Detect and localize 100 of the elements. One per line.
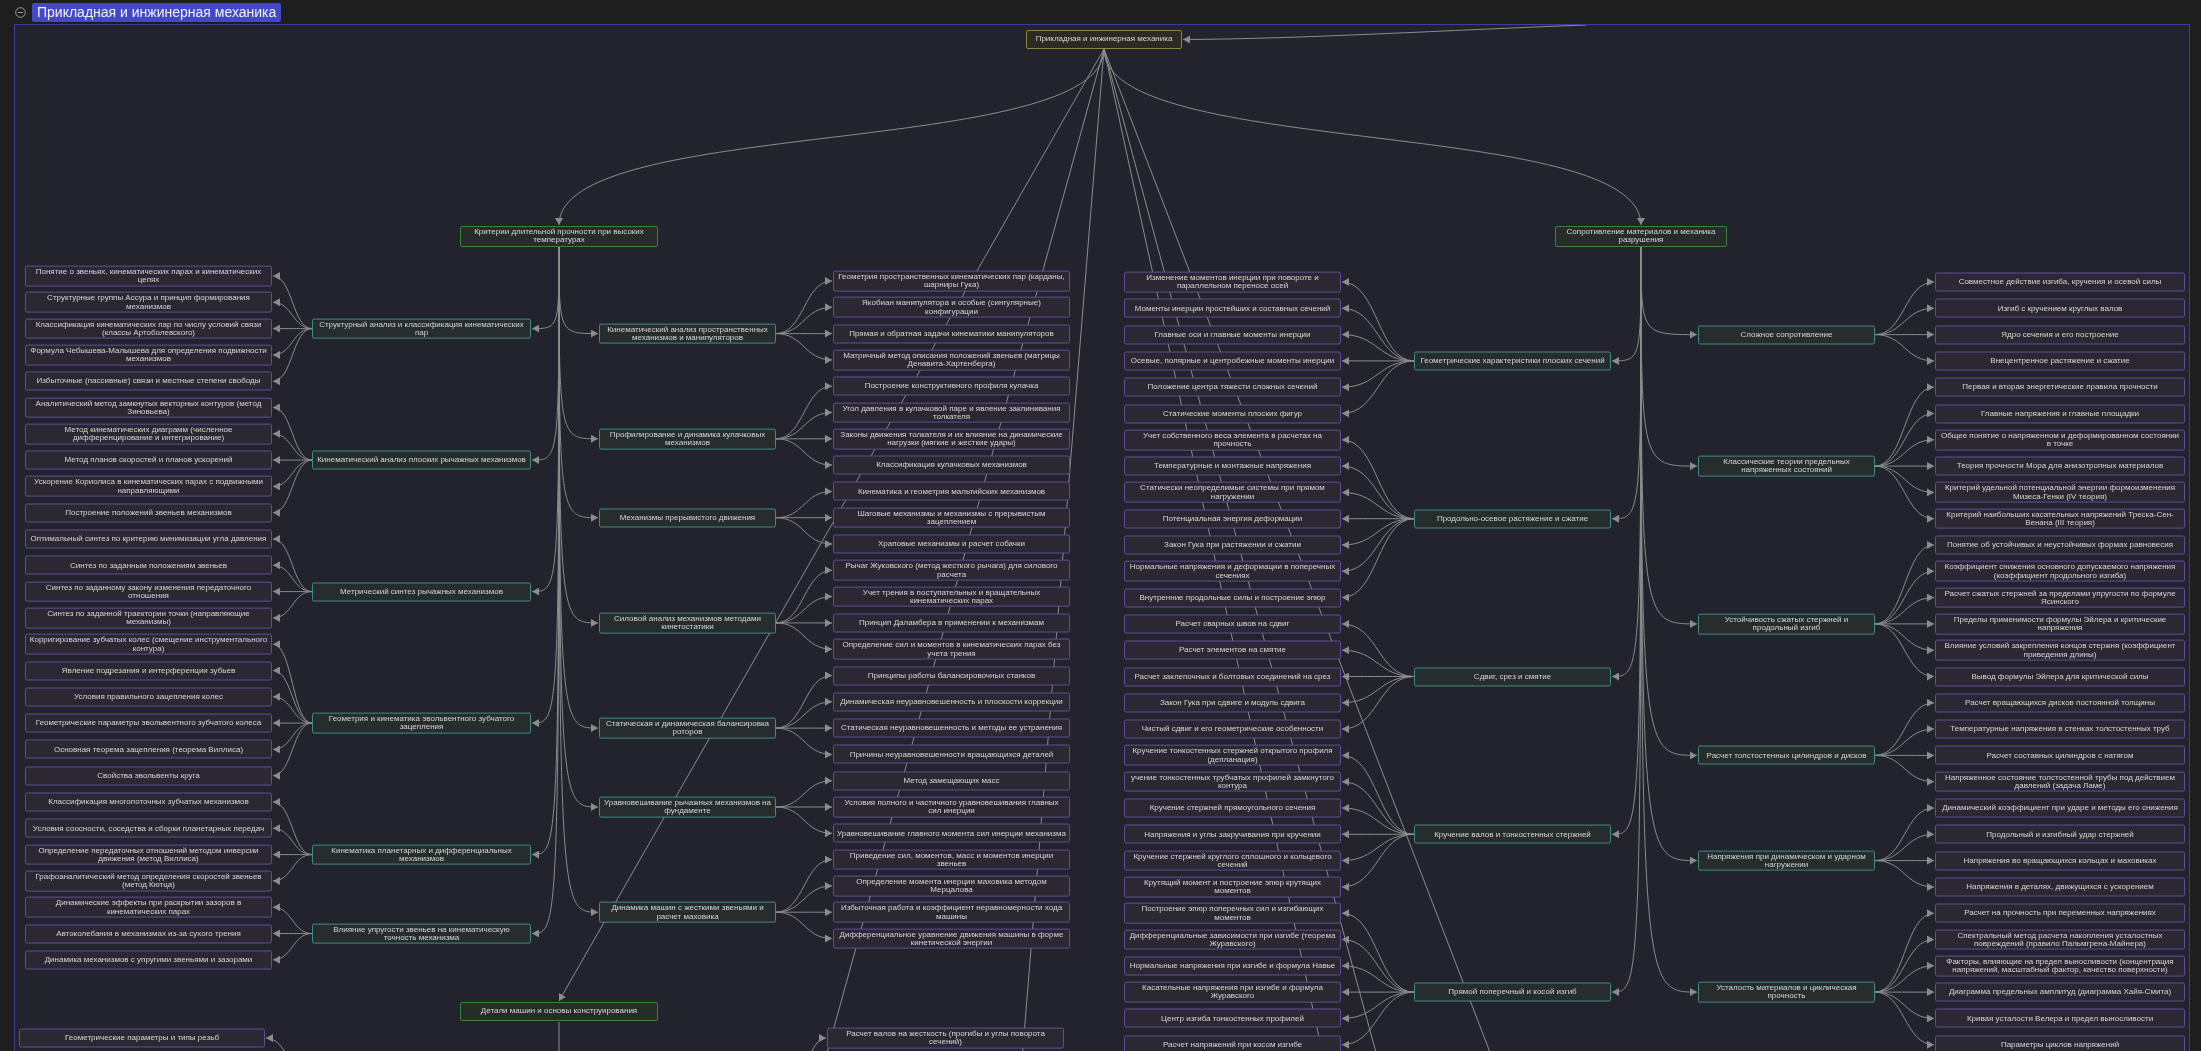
leaf-node: Изгиб с кручением круглых валов — [1935, 298, 2185, 318]
leaf-node: Статическая неуравновешенность и методы ее устранения — [833, 718, 1070, 738]
leaf-node: Внецентренное растяжение и сжатие — [1935, 351, 2185, 371]
subtopic-node: Продольно-осевое растяжение и сжатие — [1414, 509, 1611, 529]
leaf-node: Построение конструктивного профиля кулачка — [833, 376, 1070, 396]
subtopic-node: Геометрия и кинематика эвольвентного зубчатого зацепления — [312, 712, 531, 734]
leaf-node: Классификация кулачковых механизмов — [833, 455, 1070, 475]
leaf-node: Храповые механизмы и расчет собачки — [833, 534, 1070, 554]
leaf-node: Автоколебания в механизмах из-за сухого трения — [25, 924, 272, 943]
subtopic-node: Динамика машин с жесткими звеньями и расчет маховика — [599, 901, 776, 923]
leaf-node: Главные оси и главные моменты инерции — [1124, 325, 1341, 345]
leaf-node: Напряженное состояние толстостенной трубы под действием давлений (задача Ламе) — [1935, 771, 2185, 793]
leaf-node: Оптимальный синтез по критерию минимизации угла давления — [25, 529, 272, 549]
leaf-node: Пределы применимости формулы Эйлера и критические напряжения — [1935, 613, 2185, 635]
leaf-node: Кручение стержней круглого сплошного и кольцевого сечений — [1124, 850, 1341, 871]
leaf-node: Аналитический метод замкнутых векторных контуров (метод Зиновьева) — [25, 397, 272, 418]
leaf-node: Принципы работы балансировочных станков — [833, 666, 1070, 685]
leaf-node: Температурные напряжения в стенках толстостенных труб — [1935, 719, 2185, 739]
leaf-node: Причины неуравновешенности вращающихся деталей — [833, 744, 1070, 764]
leaf-node: Расчет сварных швов на сдвиг — [1124, 614, 1341, 634]
map-title: Прикладная и инжинерная механика — [32, 2, 282, 22]
subtopic-node: Устойчивость сжатых стержней и продольный изгиб — [1698, 613, 1875, 635]
leaf-node: Геометрические параметры и типы резьб — [19, 1028, 265, 1048]
leaf-node: Геометрия пространственных кинематических пар (карданы, шарниры Гука) — [833, 270, 1070, 292]
leaf-node: Закон Гука при сдвиге и модуль сдвига — [1124, 693, 1341, 713]
leaf-node: Параметры циклов напряжений — [1935, 1035, 2185, 1051]
leaf-node: Расчет составных цилиндров с натягом — [1935, 745, 2185, 765]
leaf-node: Расчет вращающихся дисков постоянной толщины — [1935, 693, 2185, 713]
leaf-node: Спектральный метод расчета накопления усталостных повреждений (правило Пальмгрена-Майнера) — [1935, 929, 2185, 950]
leaf-node: Динамика механизмов с упругими звеньями и зазорами — [25, 950, 272, 970]
leaf-node: Напряжения в деталях, движущихся с ускорением — [1935, 877, 2185, 897]
collapse-icon[interactable] — [15, 6, 26, 18]
leaf-node: Условия правильного зацепления колес — [25, 687, 272, 707]
leaf-node: Изменение моментов инерции при повороте и параллельном переносе осей — [1124, 271, 1341, 293]
leaf-node: Избыточные (пассивные) связи и местные степени свободы — [25, 371, 272, 391]
leaf-node: Динамическая неуравновешенность и плоскости коррекции — [833, 692, 1070, 712]
leaf-node: Якобиан манипулятора и особые (сингулярные) конфигурации — [833, 296, 1070, 318]
leaf-node: Продольный и изгибный удар стержней — [1935, 824, 2185, 844]
leaf-node: Приведение сил, моментов, масс и моментов инерции звеньев — [833, 849, 1070, 870]
subtopic-node: Кручение валов и тонкостенных стержней — [1414, 824, 1611, 844]
leaf-node: Диаграмма предельных амплитуд (диаграмма Хайя-Смита) — [1935, 982, 2185, 1002]
leaf-node: Прямая и обратная задачи кинематики манипуляторов — [833, 324, 1070, 344]
leaf-node: Классификация кинематических пар по числу условий связи (классы Артоболевского) — [25, 318, 272, 339]
leaf-node: Угол давления в кулачковой паре и явление заклинивания толкателя — [833, 402, 1070, 423]
branch-node: Сопротивление материалов и механика разрушения — [1555, 226, 1727, 247]
leaf-node: Расчет валов на жесткость (прогибы и углы поворота сечений) — [827, 1027, 1064, 1049]
leaf-node: Статические моменты плоских фигур — [1124, 404, 1341, 423]
subtopic-node: Кинематический анализ плоских рычажных механизмов — [312, 450, 531, 470]
connector-line — [558, 1021, 560, 1051]
leaf-node: Нормальные напряжения и деформации в поперечных сечениях — [1124, 560, 1341, 582]
leaf-node: Формула Чебышева-Малышева для определения подвижности механизмов — [25, 344, 272, 366]
branch-node: Детали машин и основы конструирования — [460, 1002, 658, 1021]
leaf-node: Условия полного и частичного уравновешивания главных сил инерции — [833, 796, 1070, 818]
subtopic-node: Напряжения при динамическом и ударном нагружении — [1698, 850, 1875, 871]
leaf-node: Кручение стержней прямоугольного сечения — [1124, 798, 1341, 818]
subtopic-node: Уравновешивание рычажных механизмов на фундаменте — [599, 796, 776, 818]
leaf-node: Расчет сжатых стержней за пределами упругости по формуле Ясинского — [1935, 587, 2185, 608]
leaf-node: Определение момента инерции маховика методом Мерцалова — [833, 875, 1070, 897]
leaf-node: Общее понятие о напряженном и деформированном состоянии в точке — [1935, 429, 2185, 451]
leaf-node: Динамические эффекты при раскрытии зазоров в кинематических парах — [25, 896, 272, 918]
leaf-node: Метод кинематических диаграмм (численное дифференцирование и интегрирование) — [25, 423, 272, 445]
leaf-node: Классификация многопоточных зубчатых механизмов — [25, 792, 272, 812]
leaf-node: Законы движения толкателя и их влияние на динамические нагрузки (мягкие и жесткие удары) — [833, 428, 1070, 450]
leaf-node: Расчет на прочность при переменных напряжениях — [1935, 903, 2185, 923]
leaf-node: Динамический коэффициент при ударе и методы его снижения — [1935, 798, 2185, 818]
leaf-node: Кручение тонкостенных стержней открытого профиля (депланация) — [1124, 745, 1341, 766]
leaf-node: Геометрические параметры эвольвентного зубчатого колеса — [25, 713, 272, 733]
subtopic-node: Влияние упругости звеньев на кинематическую точность механизма — [312, 923, 531, 944]
subtopic-node: Геометрические характеристики плоских сечений — [1414, 351, 1611, 371]
leaf-node: Напряжения и углы закручивания при кручении — [1124, 824, 1341, 844]
root-node: Прикладная и инжинерная механика — [1026, 30, 1182, 49]
leaf-node: Синтез по заданному закону изменения передаточного отношения — [25, 581, 272, 602]
subtopic-node: Классические теории предельных напряженных состояний — [1698, 455, 1875, 477]
leaf-node: Матричный метод описания положений звеньев (матрицы Денавита-Хартенберга) — [833, 349, 1070, 371]
leaf-node: Чистый сдвиг и его геометрические особенности — [1124, 719, 1341, 739]
leaf-node: Понятие об устойчивых и неустойчивых формах равновесия — [1935, 535, 2185, 555]
leaf-node: учение тонкостенных трубчатых профилей замкнутого контура — [1124, 771, 1341, 793]
subtopic-node: Расчет толстостенных цилиндров и дисков — [1698, 745, 1875, 765]
leaf-node: Теория прочности Мора для анизотропных материалов — [1935, 456, 2185, 476]
leaf-node: Нормальные напряжения при изгибе и формула Навье — [1124, 956, 1341, 976]
subtopic-node: Метрический синтез рычажных механизмов — [312, 582, 531, 602]
subtopic-node: Силовой анализ механизмов методами кинетостатики — [599, 612, 776, 634]
leaf-node: Построение эпюр поперечных сил и изгибающих моментов — [1124, 902, 1341, 924]
leaf-node: Ядро сечения и его построение — [1935, 325, 2185, 345]
leaf-node: Центр изгиба тонкостенных профилей — [1124, 1008, 1341, 1028]
leaf-node: Кривая усталости Велера и предел выносливости — [1935, 1008, 2185, 1028]
leaf-node: Построение положений звеньев механизмов — [25, 503, 272, 523]
leaf-node: Расчет заклепочных и болтовых соединений на срез — [1124, 667, 1341, 686]
leaf-node: Потенциальная энергия деформации — [1124, 509, 1341, 529]
leaf-node: Температурные и монтажные напряжения — [1124, 456, 1341, 476]
leaf-node: Понятие о звеньях, кинематических парах и кинематических цепях — [25, 265, 272, 287]
leaf-node: Основная теорема зацепления (теорема Виллиса) — [25, 739, 272, 759]
leaf-node: Расчет элементов на смятие — [1124, 640, 1341, 660]
leaf-node: Расчет напряжений при косом изгибе — [1124, 1035, 1341, 1051]
leaf-node: Главные напряжения и главные площадки — [1935, 404, 2185, 423]
leaf-node: Напряжения во вращающихся кольцах и маховиках — [1935, 851, 2185, 871]
leaf-node: Метод замещающих масс — [833, 771, 1070, 791]
leaf-node: Внутренние продольные силы и построение эпюр — [1124, 588, 1341, 608]
leaf-node: Определение сил и моментов в кинематических парах без учета трения — [833, 638, 1070, 660]
leaf-node: Закон Гука при растяжении и сжатии — [1124, 535, 1341, 555]
